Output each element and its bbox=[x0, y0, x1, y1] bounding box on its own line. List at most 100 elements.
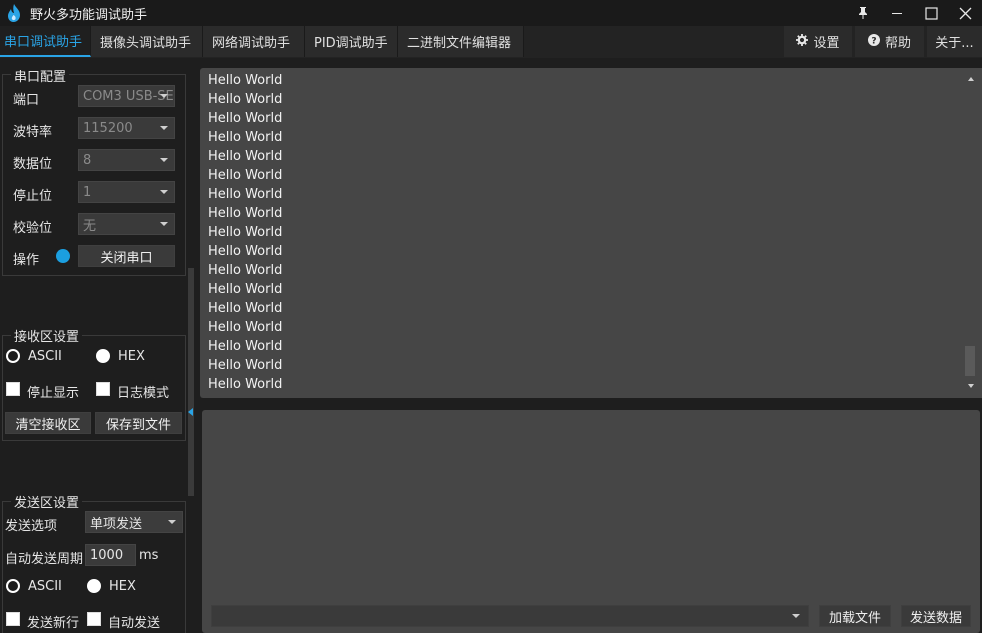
databits-label: 数据位 bbox=[13, 157, 53, 172]
help-label: 帮助 bbox=[884, 36, 911, 51]
send-data-button[interactable]: 发送数据 bbox=[901, 605, 971, 627]
receive-hex-label: HEX bbox=[118, 349, 145, 364]
parity-select[interactable]: 无 bbox=[78, 213, 175, 235]
tab-camera-assistant[interactable]: 摄像头调试助手 bbox=[91, 26, 203, 57]
send-option-select[interactable]: 单项发送 bbox=[85, 511, 183, 533]
close-port-button[interactable]: 关闭串口 bbox=[78, 245, 175, 267]
minimize-icon[interactable] bbox=[880, 0, 914, 26]
send-history-select[interactable] bbox=[211, 605, 809, 627]
scroll-down-icon[interactable] bbox=[968, 384, 974, 388]
chevron-down-icon bbox=[160, 222, 168, 226]
receive-line: Hello World bbox=[208, 282, 283, 297]
maximize-icon[interactable] bbox=[914, 0, 948, 26]
auto-period-label: 自动发送周期 bbox=[5, 552, 84, 567]
scroll-thumb[interactable] bbox=[965, 346, 975, 376]
port-status-led bbox=[56, 249, 70, 263]
clear-receive-button[interactable]: 清空接收区 bbox=[5, 412, 91, 434]
receive-line: Hello World bbox=[208, 130, 283, 145]
parity-label: 校验位 bbox=[13, 221, 53, 236]
receive-ascii-label: ASCII bbox=[28, 349, 62, 364]
receive-line: Hello World bbox=[208, 301, 283, 316]
receive-line: Hello World bbox=[208, 339, 283, 354]
chevron-down-icon bbox=[168, 520, 176, 524]
port-label: 端口 bbox=[13, 93, 40, 108]
receive-line: Hello World bbox=[208, 263, 283, 278]
receive-line: Hello World bbox=[208, 225, 283, 240]
stop-display-checkbox[interactable] bbox=[6, 382, 20, 396]
baud-label: 波特率 bbox=[13, 125, 53, 140]
log-mode-label: 日志模式 bbox=[117, 386, 170, 401]
send-settings-title: 发送区设置 bbox=[11, 492, 83, 511]
save-to-file-button[interactable]: 保存到文件 bbox=[95, 412, 182, 434]
stopbits-value: 1 bbox=[83, 184, 92, 200]
send-text-area[interactable] bbox=[202, 410, 980, 633]
log-mode-checkbox[interactable] bbox=[96, 382, 110, 396]
send-hex-radio[interactable] bbox=[87, 579, 101, 593]
receive-line: Hello World bbox=[208, 168, 283, 183]
receive-lines: Hello World Hello World Hello World Hello W… bbox=[208, 71, 282, 394]
pin-icon[interactable] bbox=[846, 0, 880, 26]
baud-value: 115200 bbox=[83, 120, 133, 136]
chevron-down-icon bbox=[160, 190, 168, 194]
tab-serial-assistant[interactable]: 串口调试助手 bbox=[0, 26, 91, 57]
scroll-up-icon[interactable] bbox=[968, 77, 974, 81]
send-option-label: 发送选项 bbox=[5, 519, 58, 534]
receive-line: Hello World bbox=[208, 320, 283, 335]
auto-send-label: 自动发送 bbox=[108, 616, 161, 631]
about-button[interactable]: 关于... bbox=[927, 26, 982, 57]
stopbits-select[interactable]: 1 bbox=[78, 181, 175, 203]
settings-label: 设置 bbox=[813, 36, 840, 51]
left-config-panel: 串口配置 端口 COM3 USB-SERIAL CH340 波特率 115200… bbox=[0, 58, 200, 633]
parity-value: 无 bbox=[83, 218, 97, 234]
collapse-arrow-icon[interactable] bbox=[188, 408, 193, 416]
left-panel-scrollbar[interactable] bbox=[188, 268, 194, 496]
send-ascii-radio[interactable] bbox=[6, 579, 20, 593]
receive-settings-title: 接收区设置 bbox=[11, 326, 83, 345]
auto-period-input[interactable]: 1000 bbox=[85, 544, 136, 566]
chevron-down-icon bbox=[160, 158, 168, 162]
receive-line: Hello World bbox=[208, 149, 283, 164]
app-title: 野火多功能调试助手 bbox=[30, 7, 148, 23]
receive-line: Hello World bbox=[208, 244, 283, 259]
auto-send-checkbox[interactable] bbox=[87, 612, 101, 626]
receive-line: Hello World bbox=[208, 358, 283, 373]
help-icon: ? bbox=[867, 33, 880, 50]
close-icon[interactable] bbox=[948, 0, 982, 26]
chevron-down-icon bbox=[160, 94, 168, 98]
databits-value: 8 bbox=[83, 152, 92, 168]
receive-line: Hello World bbox=[208, 206, 283, 221]
tab-pid-assistant[interactable]: PID调试助手 bbox=[305, 26, 398, 57]
operation-label: 操作 bbox=[13, 253, 40, 268]
gear-icon bbox=[796, 33, 809, 50]
receive-line: Hello World bbox=[208, 73, 283, 88]
receive-line: Hello World bbox=[208, 92, 283, 107]
receive-line: Hello World bbox=[208, 187, 283, 202]
send-hex-label: HEX bbox=[109, 579, 136, 594]
tab-network-assistant[interactable]: 网络调试助手 bbox=[203, 26, 305, 57]
receive-line: Hello World bbox=[208, 377, 283, 392]
databits-select[interactable]: 8 bbox=[78, 149, 175, 171]
stop-display-label: 停止显示 bbox=[27, 386, 80, 401]
help-button[interactable]: ? 帮助 bbox=[855, 26, 924, 57]
load-file-button[interactable]: 加载文件 bbox=[819, 605, 891, 627]
flame-logo-icon bbox=[4, 3, 24, 23]
receive-text-area[interactable]: Hello World Hello World Hello World Hello W… bbox=[200, 68, 982, 398]
receive-line: Hello World bbox=[208, 111, 283, 126]
main-tab-bar: 串口调试助手 摄像头调试助手 网络调试助手 PID调试助手 二进制文件编辑器 设… bbox=[0, 26, 982, 58]
chevron-down-icon bbox=[792, 614, 800, 618]
baud-select[interactable]: 115200 bbox=[78, 117, 175, 139]
stopbits-label: 停止位 bbox=[13, 189, 53, 204]
chevron-down-icon bbox=[160, 126, 168, 130]
tab-binary-editor[interactable]: 二进制文件编辑器 bbox=[398, 26, 524, 57]
serial-config-title: 串口配置 bbox=[11, 66, 70, 85]
port-select[interactable]: COM3 USB-SERIAL CH340 bbox=[78, 85, 175, 107]
svg-text:?: ? bbox=[871, 36, 876, 46]
receive-scrollbar[interactable] bbox=[960, 68, 982, 398]
settings-button[interactable]: 设置 bbox=[784, 26, 852, 57]
receive-hex-radio[interactable] bbox=[96, 349, 110, 363]
receive-ascii-radio[interactable] bbox=[6, 349, 20, 363]
send-newline-checkbox[interactable] bbox=[6, 612, 20, 626]
send-option-value: 单项发送 bbox=[90, 516, 143, 532]
title-bar: 野火多功能调试助手 bbox=[0, 0, 982, 26]
send-newline-label: 发送新行 bbox=[27, 616, 80, 631]
